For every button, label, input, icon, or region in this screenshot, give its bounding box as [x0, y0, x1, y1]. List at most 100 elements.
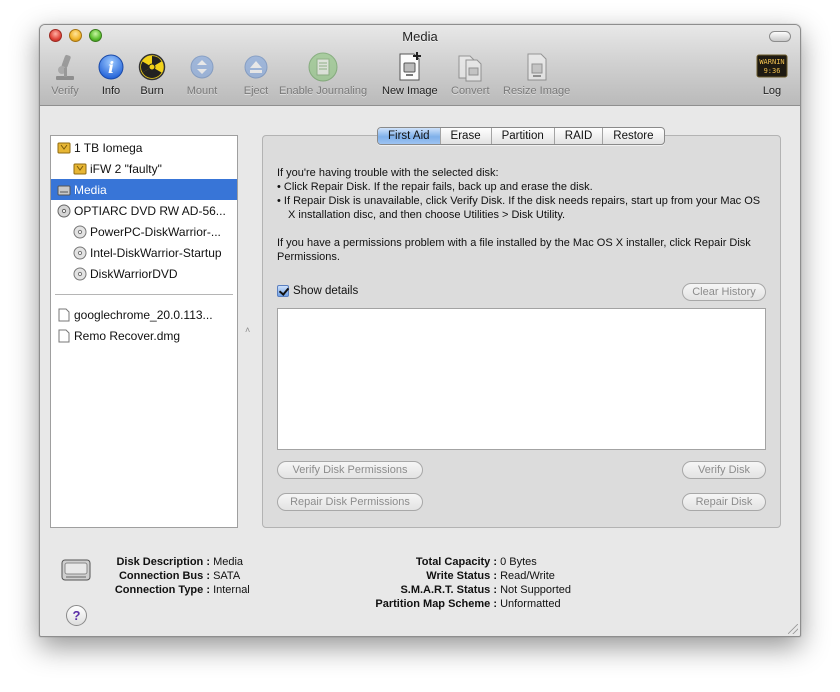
- sidebar-item-label: Intel-DiskWarrior-Startup: [90, 245, 222, 260]
- repair-disk-button[interactable]: Repair Disk: [682, 493, 766, 511]
- connection-type-value: Internal: [213, 584, 250, 596]
- write-status-value: Read/Write: [500, 570, 555, 582]
- repair-disk-permissions-button[interactable]: Repair Disk Permissions: [277, 493, 423, 511]
- enable-journaling-toolbar-button[interactable]: Enable Journaling: [279, 51, 367, 97]
- burn-toolbar-button[interactable]: Burn: [136, 51, 168, 97]
- smart-status-value: Not Supported: [500, 584, 571, 596]
- tab-raid[interactable]: RAID: [555, 128, 604, 144]
- tab-erase[interactable]: Erase: [441, 128, 492, 144]
- verify-label: Verify: [51, 85, 79, 97]
- disk-description-row: Disk Description : Media: [90, 555, 243, 569]
- disc-icon: [72, 266, 88, 282]
- eject-toolbar-button[interactable]: Eject: [240, 51, 272, 97]
- tab-first-aid[interactable]: First Aid: [378, 128, 441, 144]
- resize-image-label: Resize Image: [503, 85, 571, 97]
- resize-image-toolbar-button[interactable]: Resize Image: [503, 51, 570, 97]
- toolbar-toggle-button[interactable]: [769, 31, 791, 42]
- smart-status-row: S.M.A.R.T. Status : Not Supported: [340, 583, 571, 597]
- svg-text:i: i: [108, 58, 114, 77]
- bullet-verify: • If Repair Disk is unavailable, click V…: [277, 195, 761, 221]
- partition-map-row: Partition Map Scheme : Unformatted: [340, 597, 560, 611]
- verify-disk-permissions-button[interactable]: Verify Disk Permissions: [277, 461, 423, 479]
- tab-partition[interactable]: Partition: [492, 128, 555, 144]
- details-log-area[interactable]: [277, 308, 766, 450]
- document-icon: [56, 307, 72, 323]
- sidebar-item-label: OPTIARC DVD RW AD-56...: [74, 203, 226, 218]
- connection-type-row: Connection Type : Internal: [90, 583, 250, 597]
- disk-list-sidebar[interactable]: 1 TB Iomega iFW 2 "faulty" Media OPTIARC…: [50, 135, 238, 528]
- sidebar-item-diskwarriordvd[interactable]: DiskWarriorDVD: [51, 263, 237, 284]
- total-capacity-row: Total Capacity : 0 Bytes: [340, 555, 537, 569]
- new-image-icon: [394, 51, 426, 83]
- new-image-label: New Image: [382, 85, 438, 97]
- info-toolbar-button[interactable]: i Info: [95, 51, 127, 97]
- intro-text: If you're having trouble with the select…: [277, 167, 499, 179]
- sidebar-item-label: DiskWarriorDVD: [90, 266, 178, 281]
- disc-icon: [72, 224, 88, 240]
- sidebar-item-powerpc-diskwarrior[interactable]: PowerPC-DiskWarrior-...: [51, 221, 237, 242]
- sidebar-item-label: 1 TB Iomega: [74, 140, 143, 155]
- sidebar-item-label: iFW 2 "faulty": [90, 161, 162, 176]
- show-details-label: Show details: [293, 285, 359, 297]
- sidebar-item-googlechrome[interactable]: googlechrome_20.0.113...: [51, 304, 237, 325]
- log-icon-line-1: WARNIN: [759, 58, 784, 66]
- convert-label: Convert: [451, 85, 490, 97]
- partition-map-key: Partition Map Scheme :: [375, 598, 497, 610]
- resize-image-icon: [521, 51, 553, 83]
- total-capacity-value: 0 Bytes: [500, 556, 537, 568]
- convert-icon: [454, 51, 486, 83]
- eject-label: Eject: [243, 85, 269, 97]
- show-details-checkbox[interactable]: Show details: [277, 285, 358, 297]
- sidebar-item-ifw2[interactable]: iFW 2 "faulty": [51, 158, 237, 179]
- tab-restore[interactable]: Restore: [603, 128, 663, 144]
- new-image-toolbar-button[interactable]: New Image: [382, 51, 438, 97]
- sidebar-separator: [55, 294, 233, 295]
- help-button[interactable]: ?: [66, 605, 87, 626]
- journaling-icon: [307, 51, 339, 83]
- verify-toolbar-button[interactable]: Verify: [49, 51, 81, 97]
- sidebar-item-label: Remo Recover.dmg: [74, 328, 181, 343]
- log-toolbar-button[interactable]: WARNIN 9:36 Log: [756, 51, 788, 97]
- radiation-icon: [136, 51, 168, 83]
- connection-bus-row: Connection Bus : SATA: [90, 569, 240, 583]
- disc-icon: [72, 245, 88, 261]
- bullet-repair: • Click Repair Disk. If the repair fails…: [277, 181, 593, 193]
- sidebar-item-label: PowerPC-DiskWarrior-...: [90, 224, 221, 239]
- tab-bar: First Aid Erase Partition RAID Restore: [377, 127, 665, 145]
- info-label: Info: [101, 85, 121, 97]
- total-capacity-key: Total Capacity :: [415, 556, 497, 568]
- connection-bus-key: Connection Bus :: [118, 570, 210, 582]
- write-status-row: Write Status : Read/Write: [340, 569, 555, 583]
- document-icon: [56, 328, 72, 344]
- resize-grip-icon[interactable]: [788, 624, 798, 634]
- permissions-text: If you have a permissions problem with a…: [277, 237, 751, 263]
- sidebar-item-remo-recover[interactable]: Remo Recover.dmg: [51, 325, 237, 346]
- clear-history-button[interactable]: Clear History: [682, 283, 766, 301]
- volume-icon: [72, 161, 88, 177]
- convert-toolbar-button[interactable]: Convert: [451, 51, 490, 97]
- titlebar: Media Verify i Info Burn Mount Eject Ena…: [40, 25, 800, 106]
- connection-bus-value: SATA: [213, 570, 241, 582]
- sidebar-item-label: Media: [74, 182, 107, 197]
- connection-type-key: Connection Type :: [114, 584, 210, 596]
- burn-label: Burn: [140, 85, 164, 97]
- sidebar-item-iomega[interactable]: 1 TB Iomega: [51, 137, 237, 158]
- checkbox-checked-icon[interactable]: [277, 285, 289, 297]
- external-drive-icon: [56, 140, 72, 156]
- sidebar-item-optiarc[interactable]: OPTIARC DVD RW AD-56...: [51, 200, 237, 221]
- microscope-icon: [49, 51, 81, 83]
- window-title: Media: [402, 29, 438, 44]
- verify-disk-button[interactable]: Verify Disk: [682, 461, 766, 479]
- sidebar-item-media[interactable]: Media: [51, 179, 237, 200]
- log-icon: WARNIN 9:36: [756, 51, 788, 83]
- internal-disk-icon: [56, 182, 72, 198]
- smart-status-key: S.M.A.R.T. Status :: [400, 584, 497, 596]
- sidebar-item-intel-diskwarrior[interactable]: Intel-DiskWarrior-Startup: [51, 242, 237, 263]
- mount-toolbar-button[interactable]: Mount: [186, 51, 218, 97]
- log-label: Log: [762, 85, 782, 97]
- disk-description-key: Disk Description :: [116, 556, 210, 568]
- enable-journaling-label: Enable Journaling: [279, 85, 368, 97]
- sidebar-item-label: googlechrome_20.0.113...: [74, 307, 213, 322]
- split-view-grip-icon[interactable]: ˄: [245, 325, 251, 335]
- mount-icon: [186, 51, 218, 83]
